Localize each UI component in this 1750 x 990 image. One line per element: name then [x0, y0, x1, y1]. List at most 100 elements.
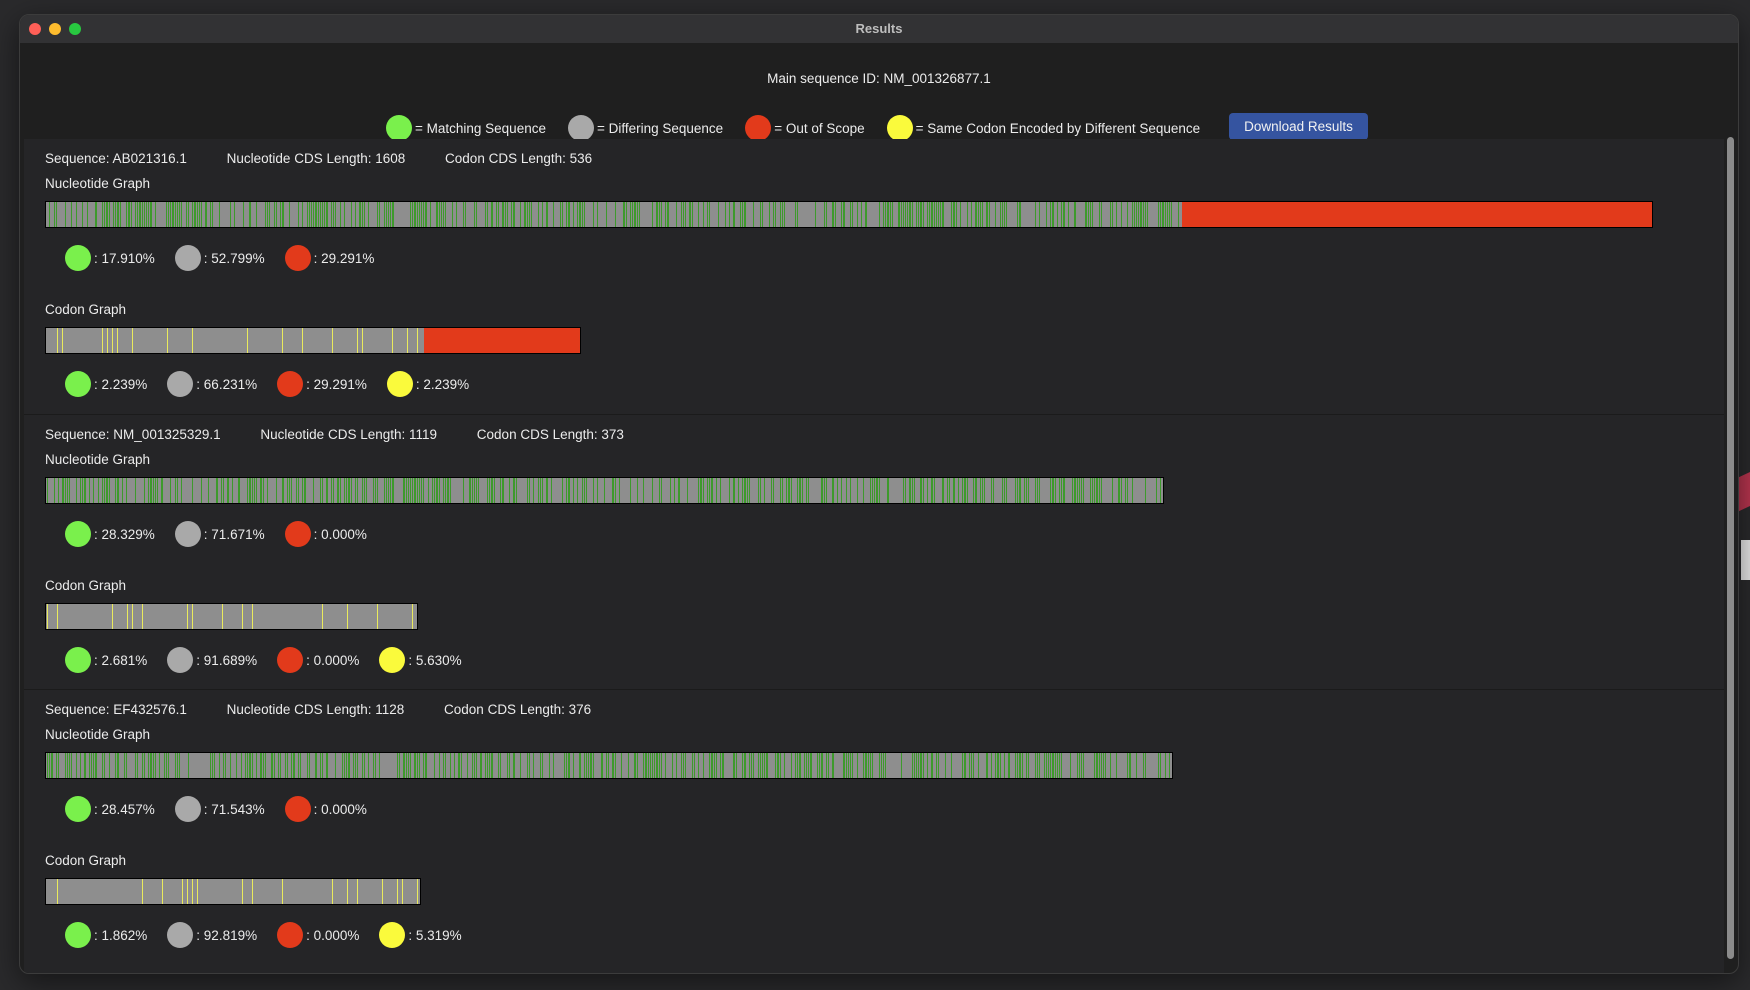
- nucleotide-stripe: [885, 753, 887, 778]
- nucleotide-stripe: [157, 478, 159, 503]
- nucleotide-stripe: [821, 478, 823, 503]
- nucleotide-stripe: [273, 753, 275, 778]
- codon-stripe: [62, 328, 64, 353]
- nucleotide-stripe: [128, 202, 130, 227]
- nucleotide-stripe: [495, 202, 497, 227]
- legend-same-codon: = Same Codon Encoded by Different Sequen…: [886, 115, 1201, 141]
- sequence-id-label: Sequence: NM_001325329.1: [45, 427, 221, 442]
- nucleotide-stripe: [621, 753, 623, 778]
- nucleotide-stripe: [707, 478, 709, 503]
- nucleotide-stripe: [297, 202, 299, 227]
- nucleotide-stripe: [920, 202, 922, 227]
- nucleotide-stripe: [308, 202, 310, 227]
- nucleotide-stripe: [872, 753, 874, 778]
- nucleotide-stripe: [1081, 478, 1083, 503]
- nucleotide-length-label: Nucleotide CDS Length: 1608: [226, 151, 406, 166]
- red-circle-icon: [277, 371, 304, 397]
- nucleotide-stripe: [104, 202, 106, 227]
- nucleotide-stripe: [113, 202, 115, 227]
- nucleotide-stripe: [478, 478, 480, 503]
- nucleotide-stripe: [293, 753, 295, 778]
- nucleotide-stripe: [484, 202, 486, 227]
- download-results-button[interactable]: Download Results: [1229, 113, 1368, 140]
- nucleotide-stripe: [775, 202, 777, 227]
- nucleotide-stripe: [636, 202, 638, 227]
- nucleotide-stripe: [84, 753, 86, 778]
- nucleotide-stripe: [759, 753, 761, 778]
- legend-same-codon-label: = Same Codon Encoded by Different Sequen…: [915, 120, 1201, 136]
- codon-stripe: [102, 328, 104, 353]
- nucleotide-stripe: [473, 753, 475, 778]
- results-scroll-area[interactable]: Sequence: AB021316.1 Nucleotide CDS Leng…: [24, 139, 1724, 973]
- nucleotide-stripe: [832, 478, 834, 503]
- legend-matching: = Matching Sequence: [386, 115, 546, 141]
- codon-graph-title: Codon Graph: [45, 302, 127, 317]
- nucleotide-stripe: [493, 478, 495, 503]
- nucleotide-stripe: [933, 478, 935, 503]
- nucleotide-stripe: [271, 753, 273, 778]
- nucleotide-stripe: [658, 202, 660, 227]
- nucleotide-stripe: [117, 202, 119, 227]
- nucleotide-stripe: [1081, 753, 1083, 778]
- nucleotide-stripe: [414, 202, 416, 227]
- nucleotide-stripe: [1085, 202, 1087, 227]
- scrollbar-thumb[interactable]: [1727, 137, 1734, 959]
- nucleotide-stripe: [581, 202, 583, 227]
- codon-stripe: [167, 328, 169, 353]
- nucleotide-stripe: [264, 753, 266, 778]
- nucleotide-stripe: [368, 753, 370, 778]
- codon-stripe: [417, 328, 419, 353]
- nucleotide-stripe: [1169, 202, 1171, 227]
- nucleotide-stripe: [878, 202, 880, 227]
- nucleotide-stripe: [487, 478, 489, 503]
- vertical-scrollbar[interactable]: [1725, 133, 1735, 963]
- nucleotide-stripe: [53, 478, 55, 503]
- nucleotide-stripe: [592, 753, 594, 778]
- nucleotide-stripe: [509, 753, 511, 778]
- nucleotide-stripe: [306, 202, 308, 227]
- nucleotide-stripe: [872, 478, 874, 503]
- codon-stripe: [362, 328, 364, 353]
- nucleotide-stripe: [152, 478, 154, 503]
- gray-circle-icon: [174, 245, 201, 271]
- nucleotide-stripe: [698, 753, 700, 778]
- nucleotide-stripe: [572, 753, 574, 778]
- nucleotide-stripe: [454, 753, 456, 778]
- nucleotide-stripe: [579, 753, 581, 778]
- stat-differing: : 71.543%: [174, 796, 265, 822]
- nucleotide-stripe: [366, 478, 368, 503]
- codon-stripe: [187, 604, 189, 629]
- nucleotide-stripe: [385, 478, 387, 503]
- nucleotide-stripe: [245, 753, 247, 778]
- nucleotide-stripe: [262, 478, 264, 503]
- nucleotide-stripe: [1160, 202, 1162, 227]
- nucleotide-stripe: [465, 202, 467, 227]
- nucleotide-stripe: [729, 478, 731, 503]
- nucleotide-stripe: [850, 202, 852, 227]
- nucleotide-stripe: [176, 478, 178, 503]
- nucleotide-stripe: [982, 202, 984, 227]
- nucleotide-stripe: [693, 753, 695, 778]
- nucleotide-stripe: [104, 753, 106, 778]
- nucleotide-stripe: [330, 478, 332, 503]
- nucleotide-stripe: [590, 753, 592, 778]
- nucleotide-stripe: [652, 753, 654, 778]
- nucleotide-stripe: [1052, 478, 1054, 503]
- nucleotide-stripe: [660, 478, 662, 503]
- stat-out-of-scope: : 0.000%: [277, 647, 359, 673]
- nucleotide-stripe: [1050, 202, 1052, 227]
- nucleotide-stripe: [1052, 202, 1054, 227]
- nucleotide-stripe: [64, 478, 66, 503]
- nucleotide-stripe: [1166, 202, 1168, 227]
- nucleotide-stripe: [69, 478, 71, 503]
- nucleotide-stripe: [71, 753, 73, 778]
- stat-out-of-scope-value: : 29.291%: [306, 376, 367, 392]
- nucleotide-stripe: [656, 753, 658, 778]
- nucleotide-stripe: [438, 478, 440, 503]
- nucleotide-stripe: [1120, 478, 1122, 503]
- legend-out-of-scope-label: = Out of Scope: [774, 120, 865, 136]
- nucleotide-stripe: [825, 753, 827, 778]
- nucleotide-stripe: [909, 202, 911, 227]
- nucleotide-stripe: [75, 753, 77, 778]
- nucleotide-stripe: [152, 753, 154, 778]
